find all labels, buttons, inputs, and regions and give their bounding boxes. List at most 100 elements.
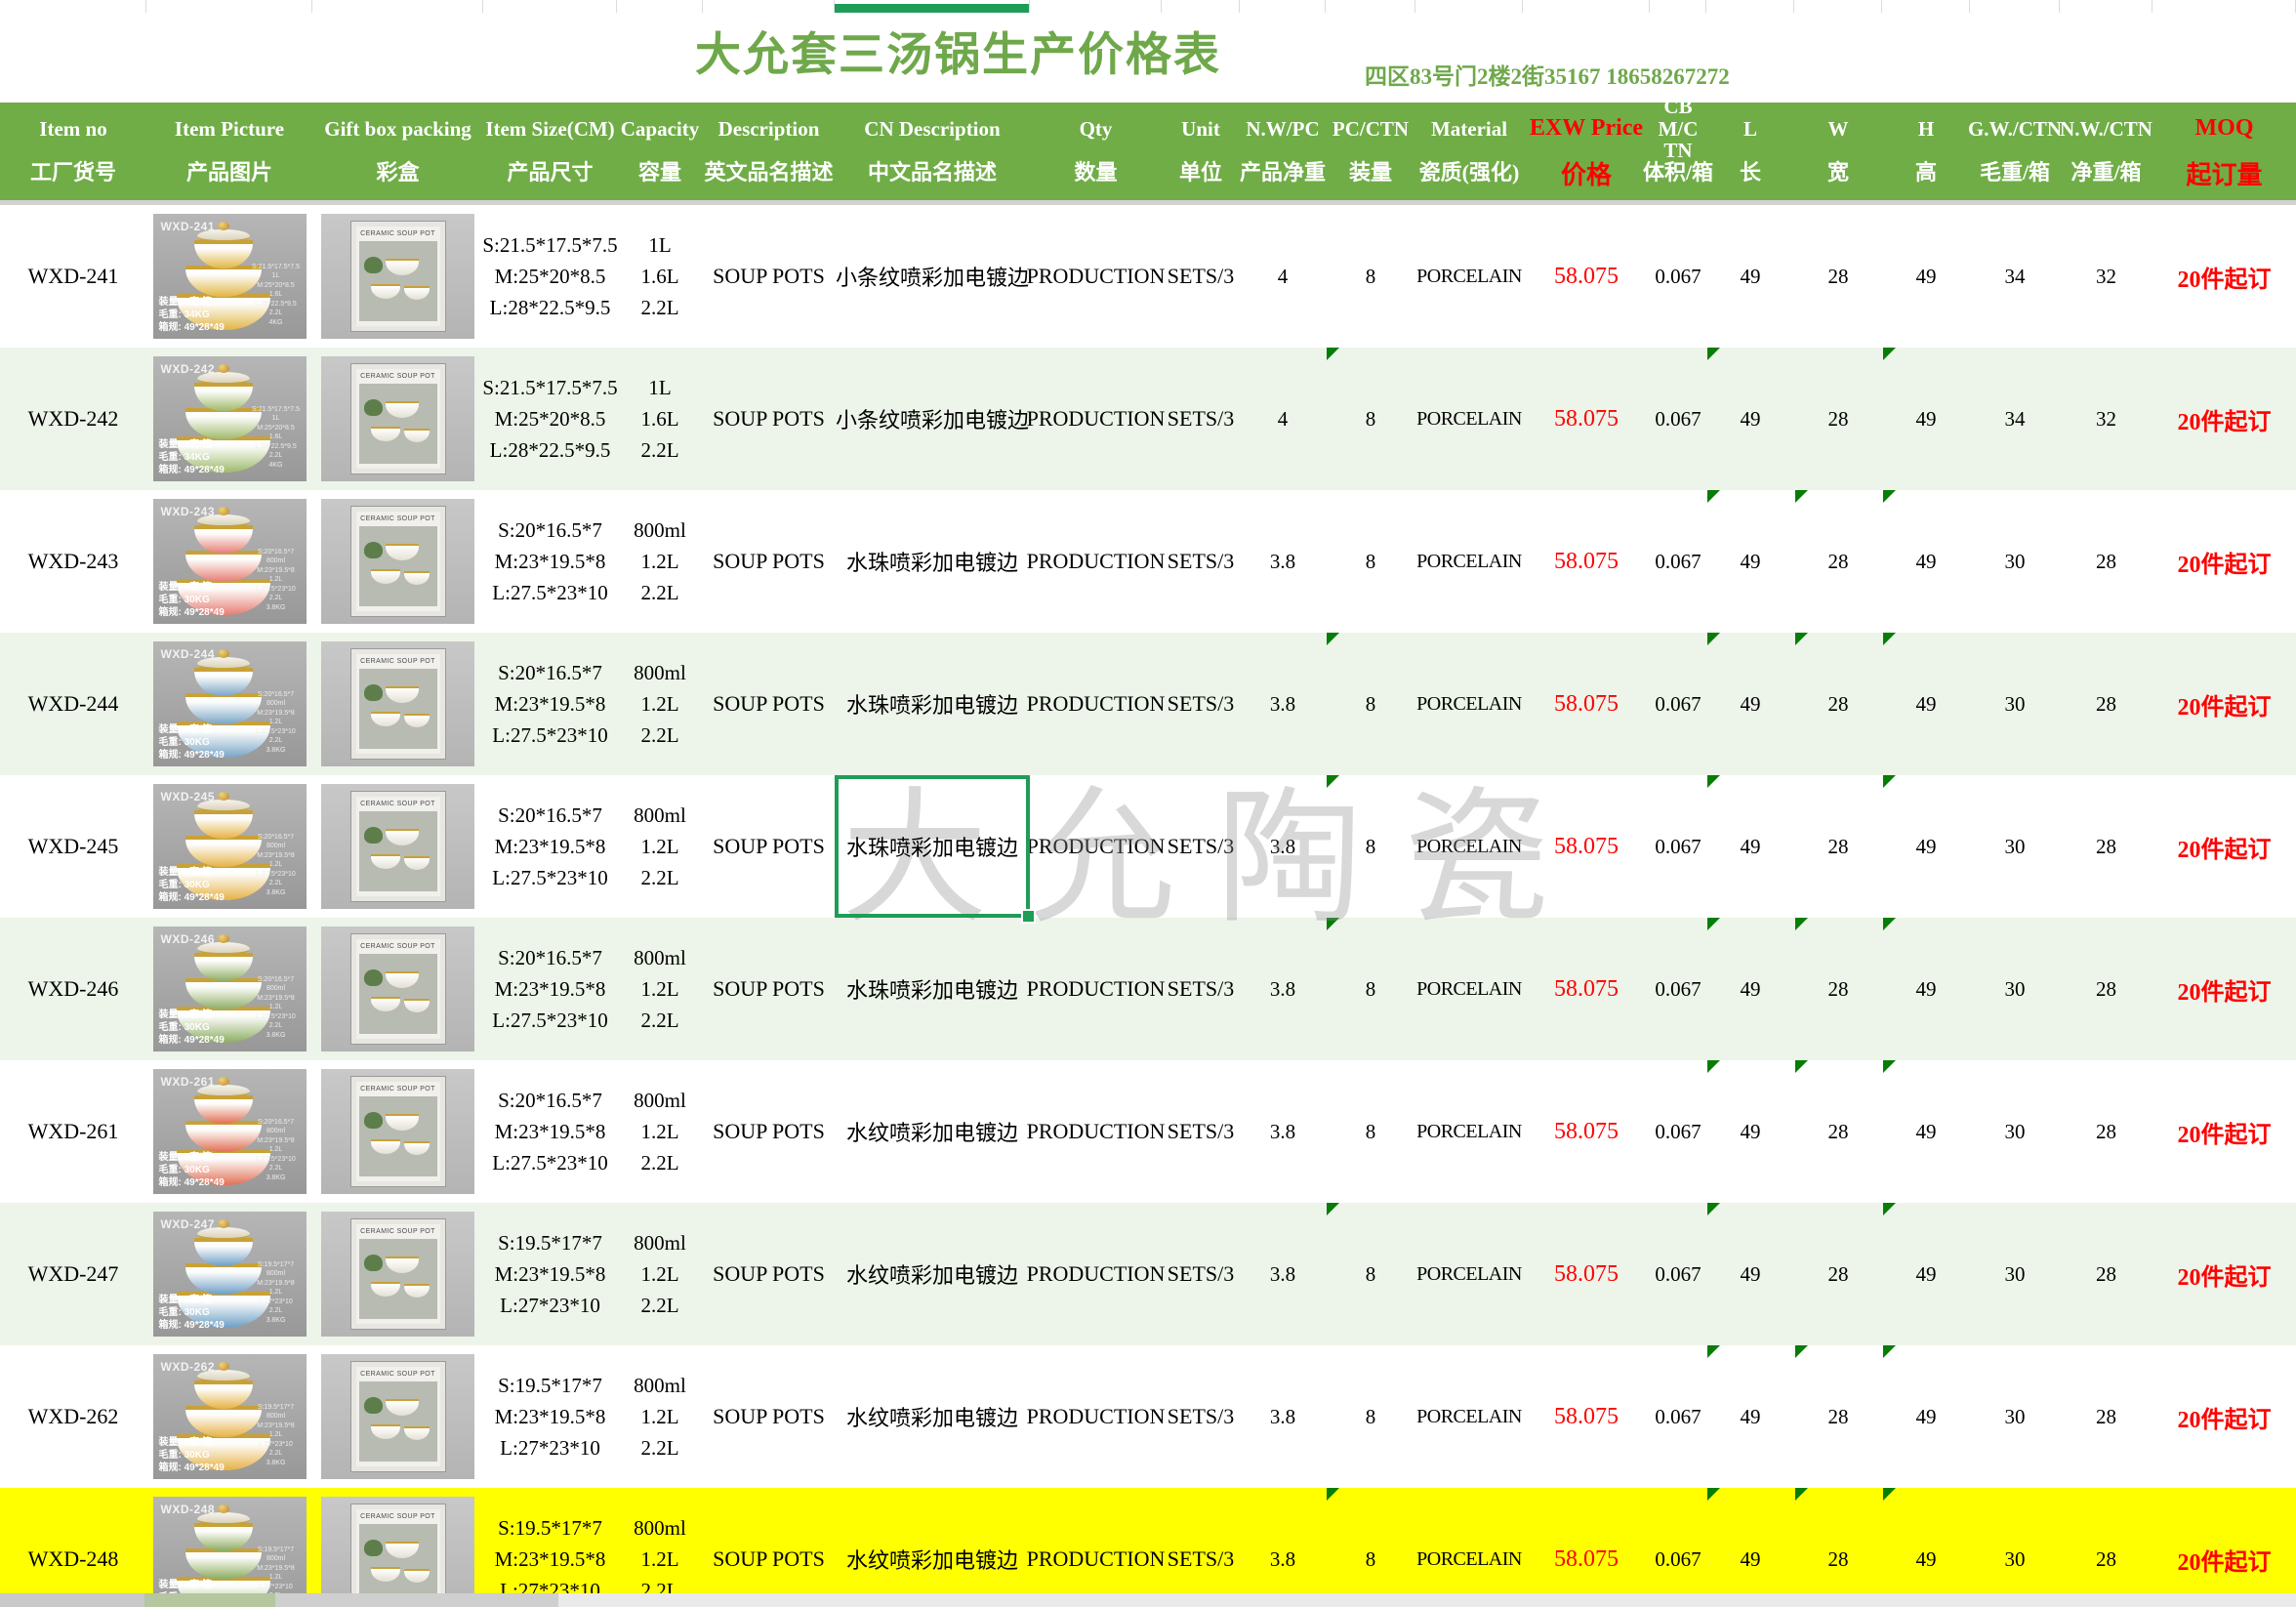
cell-item-picture[interactable]: WXD-243 装量: 8套/箱 毛重: 30KG 箱规: 49*28*49 S… xyxy=(146,490,312,633)
cell-item-size[interactable]: S:20*16.5*7 M:23*19.5*8 L:27.5*23*10 xyxy=(483,1060,617,1203)
cell-qty[interactable]: PRODUCTION xyxy=(1030,775,1162,918)
cell-gift-box[interactable]: CERAMIC SOUP POT xyxy=(312,633,483,775)
cell-moq[interactable]: 20件起订 xyxy=(2152,1060,2296,1203)
cell-length[interactable]: 49 xyxy=(1706,348,1794,490)
cell-item-no[interactable]: WXD-262 xyxy=(0,1345,146,1488)
cell-cbm-ctn[interactable]: 0.067 xyxy=(1650,775,1706,918)
cell-pc-ctn[interactable]: 8 xyxy=(1326,775,1415,918)
header-cell[interactable]: Material 瓷质(强化) xyxy=(1415,103,1523,200)
cell-pc-ctn[interactable]: 8 xyxy=(1326,1488,1415,1607)
cell-pc-ctn[interactable]: 8 xyxy=(1326,348,1415,490)
header-cell[interactable]: Item Size(CM) 产品尺寸 xyxy=(483,103,617,200)
cell-cn-description[interactable]: 水纹喷彩加电镀边 xyxy=(835,1345,1030,1488)
cell-exw-price[interactable]: 58.075 xyxy=(1523,205,1650,348)
cell-gw-ctn[interactable]: 30 xyxy=(1970,1203,2060,1345)
cell-nw-ctn[interactable]: 32 xyxy=(2060,205,2152,348)
header-cell[interactable]: Unit 单位 xyxy=(1162,103,1240,200)
cell-moq[interactable]: 20件起订 xyxy=(2152,775,2296,918)
cell-material[interactable]: PORCELAIN xyxy=(1415,633,1523,775)
cell-width[interactable]: 28 xyxy=(1794,1060,1882,1203)
cell-unit[interactable]: SETS/3 xyxy=(1162,1203,1240,1345)
cell-width[interactable]: 28 xyxy=(1794,1488,1882,1607)
cell-material[interactable]: PORCELAIN xyxy=(1415,205,1523,348)
cell-nw-ctn[interactable]: 28 xyxy=(2060,1488,2152,1607)
cell-nw-pc[interactable]: 3.8 xyxy=(1240,490,1326,633)
cell-item-size[interactable]: S:20*16.5*7 M:23*19.5*8 L:27.5*23*10 xyxy=(483,918,617,1060)
cell-qty[interactable]: PRODUCTION xyxy=(1030,1060,1162,1203)
cell-qty[interactable]: PRODUCTION xyxy=(1030,1203,1162,1345)
empty-cell[interactable] xyxy=(1240,0,1326,13)
cell-gw-ctn[interactable]: 30 xyxy=(1970,633,2060,775)
cell-item-no[interactable]: WXD-247 xyxy=(0,1203,146,1345)
empty-cell[interactable] xyxy=(1882,0,1970,13)
cell-qty[interactable]: PRODUCTION xyxy=(1030,1488,1162,1607)
cell-pc-ctn[interactable]: 8 xyxy=(1326,633,1415,775)
cell-nw-ctn[interactable]: 28 xyxy=(2060,490,2152,633)
cell-gift-box[interactable]: CERAMIC SOUP POT xyxy=(312,918,483,1060)
cell-length[interactable]: 49 xyxy=(1706,1060,1794,1203)
header-cell[interactable]: Capacity 容量 xyxy=(617,103,703,200)
cell-nw-ctn[interactable]: 28 xyxy=(2060,775,2152,918)
cell-cbm-ctn[interactable]: 0.067 xyxy=(1650,1488,1706,1607)
cell-moq[interactable]: 20件起订 xyxy=(2152,633,2296,775)
cell-unit[interactable]: SETS/3 xyxy=(1162,1060,1240,1203)
cell-gift-box[interactable]: CERAMIC SOUP POT xyxy=(312,205,483,348)
cell-material[interactable]: PORCELAIN xyxy=(1415,490,1523,633)
cell-exw-price[interactable]: 58.075 xyxy=(1523,775,1650,918)
cell-height[interactable]: 49 xyxy=(1882,633,1970,775)
cell-exw-price[interactable]: 58.075 xyxy=(1523,1203,1650,1345)
cell-unit[interactable]: SETS/3 xyxy=(1162,633,1240,775)
empty-cell[interactable] xyxy=(2152,0,2296,13)
cell-qty[interactable]: PRODUCTION xyxy=(1030,633,1162,775)
cell-gw-ctn[interactable]: 34 xyxy=(1970,205,2060,348)
cell-item-size[interactable]: S:20*16.5*7 M:23*19.5*8 L:27.5*23*10 xyxy=(483,775,617,918)
cell-width[interactable]: 28 xyxy=(1794,348,1882,490)
header-cell[interactable]: H 高 xyxy=(1882,103,1970,200)
cell-gw-ctn[interactable]: 30 xyxy=(1970,1488,2060,1607)
cell-cn-description[interactable]: 水纹喷彩加电镀边 xyxy=(835,1203,1030,1345)
cell-description[interactable]: SOUP POTS xyxy=(703,1488,835,1607)
cell-cbm-ctn[interactable]: 0.067 xyxy=(1650,490,1706,633)
cell-nw-ctn[interactable]: 28 xyxy=(2060,633,2152,775)
cell-exw-price[interactable]: 58.075 xyxy=(1523,1345,1650,1488)
cell-cbm-ctn[interactable]: 0.067 xyxy=(1650,1203,1706,1345)
cell-item-picture[interactable]: WXD-248 装量: 8套/箱 毛重: 30KG 箱规: 49*28*49 S… xyxy=(146,1488,312,1607)
cell-unit[interactable]: SETS/3 xyxy=(1162,490,1240,633)
cell-capacity[interactable]: 1L 1.6L 2.2L xyxy=(617,205,703,348)
cell-height[interactable]: 49 xyxy=(1882,1488,1970,1607)
header-cell[interactable]: Gift box packing 彩盒 xyxy=(312,103,483,200)
cell-cn-description[interactable]: 小条纹喷彩加电镀边 xyxy=(835,205,1030,348)
cell-pc-ctn[interactable]: 8 xyxy=(1326,1345,1415,1488)
cell-height[interactable]: 49 xyxy=(1882,205,1970,348)
empty-cell[interactable] xyxy=(703,0,835,13)
cell-height[interactable]: 49 xyxy=(1882,918,1970,1060)
cell-item-picture[interactable]: WXD-244 装量: 8套/箱 毛重: 30KG 箱规: 49*28*49 S… xyxy=(146,633,312,775)
cell-item-no[interactable]: WXD-248 xyxy=(0,1488,146,1607)
cell-gift-box[interactable]: CERAMIC SOUP POT xyxy=(312,775,483,918)
cell-width[interactable]: 28 xyxy=(1794,918,1882,1060)
cell-width[interactable]: 28 xyxy=(1794,1203,1882,1345)
cell-item-no[interactable]: WXD-244 xyxy=(0,633,146,775)
cell-nw-pc[interactable]: 3.8 xyxy=(1240,1203,1326,1345)
header-cell[interactable]: Item no 工厂货号 xyxy=(0,103,146,200)
cell-height[interactable]: 49 xyxy=(1882,490,1970,633)
cell-material[interactable]: PORCELAIN xyxy=(1415,1345,1523,1488)
cell-gw-ctn[interactable]: 30 xyxy=(1970,1060,2060,1203)
cell-material[interactable]: PORCELAIN xyxy=(1415,775,1523,918)
cell-pc-ctn[interactable]: 8 xyxy=(1326,1203,1415,1345)
cell-nw-ctn[interactable]: 28 xyxy=(2060,1060,2152,1203)
cell-material[interactable]: PORCELAIN xyxy=(1415,1203,1523,1345)
cell-cn-description[interactable]: 水珠喷彩加电镀边 xyxy=(835,918,1030,1060)
cell-gw-ctn[interactable]: 30 xyxy=(1970,918,2060,1060)
cell-pc-ctn[interactable]: 8 xyxy=(1326,490,1415,633)
cell-nw-pc[interactable]: 4 xyxy=(1240,348,1326,490)
cell-description[interactable]: SOUP POTS xyxy=(703,205,835,348)
empty-cell[interactable] xyxy=(617,0,703,13)
cell-moq[interactable]: 20件起订 xyxy=(2152,918,2296,1060)
cell-description[interactable]: SOUP POTS xyxy=(703,1203,835,1345)
cell-pc-ctn[interactable]: 8 xyxy=(1326,1060,1415,1203)
empty-cell[interactable] xyxy=(146,0,312,13)
cell-width[interactable]: 28 xyxy=(1794,633,1882,775)
empty-cell[interactable] xyxy=(483,0,617,13)
cell-qty[interactable]: PRODUCTION xyxy=(1030,205,1162,348)
